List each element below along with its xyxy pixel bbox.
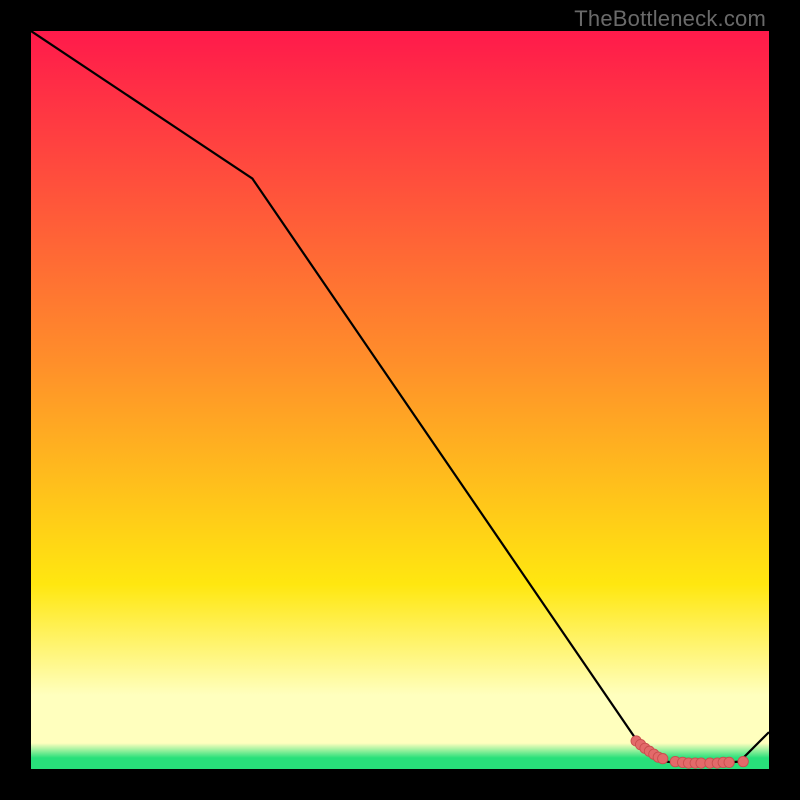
curve-marker bbox=[738, 756, 748, 766]
curve-marker bbox=[658, 754, 668, 764]
curve-marker bbox=[724, 757, 734, 767]
chart-svg bbox=[31, 31, 769, 769]
watermark-text: TheBottleneck.com bbox=[574, 6, 766, 32]
chart-area bbox=[31, 31, 769, 769]
gradient-bg bbox=[31, 31, 769, 769]
